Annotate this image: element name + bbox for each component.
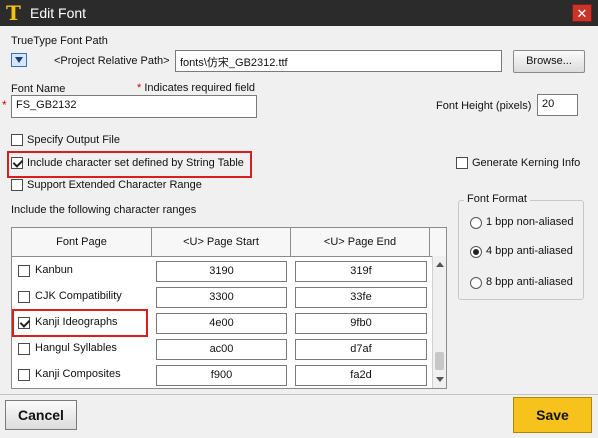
scroll-down-arrow-icon[interactable] [436,377,444,382]
character-ranges-table: Font Page <U> Page Start <U> Page End Ka… [11,227,447,389]
window-title: Edit Font [30,5,87,21]
font-height-input[interactable]: 20 [537,94,578,116]
scroll-up-arrow-icon[interactable] [436,262,444,267]
page-start-input[interactable]: 3300 [156,287,287,308]
app-logo-icon: T [6,1,21,25]
page-end-input[interactable]: fa2d [295,365,427,386]
font-page-cell: Hangul Syllables [15,339,151,359]
font-page-cell: Kanji Composites [15,365,151,385]
extended-range-label: Support Extended Character Range [27,179,202,191]
page-end-input[interactable]: 33fe [295,287,427,308]
required-note-text: Indicates required field [144,82,256,94]
path-mode-dropdown[interactable] [11,53,27,67]
page-end-input[interactable]: 9fb0 [295,313,427,334]
scrollbar-thumb[interactable] [435,352,444,370]
font-page-cell: Kanbun [15,261,151,281]
title-bar: T Edit Font ✕ [0,0,598,26]
column-header-page-end[interactable]: <U> Page End [291,228,430,256]
page-start-input[interactable]: 3190 [156,261,287,282]
table-scrollbar[interactable] [432,256,446,388]
font-page-name: Hangul Syllables [35,342,117,354]
required-star: * [137,82,142,94]
save-button[interactable]: Save [513,397,592,433]
font-name-input[interactable]: FS_GB2132 [11,95,257,118]
font-height-label: Font Height (pixels) [436,100,532,112]
column-header-font-page[interactable]: Font Page [12,228,152,256]
relative-path-label: <Project Relative Path> [54,55,170,67]
font-path-input[interactable]: fonts\仿宋_GB2312.ttf [175,50,502,72]
table-row: CJK Compatibility 3300 33fe [12,284,432,310]
truetype-path-label: TrueType Font Path [11,35,108,47]
column-header-page-start[interactable]: <U> Page Start [152,228,291,256]
kerning-checkbox[interactable] [456,157,468,169]
cancel-button[interactable]: Cancel [5,400,77,430]
page-start-input[interactable]: ac00 [156,339,287,360]
row-highlight-box [12,309,148,337]
page-end-input[interactable]: d7af [295,339,427,360]
required-note: * Indicates required field [137,82,255,94]
kerning-label: Generate Kerning Info [472,157,581,169]
font-name-label: Font Name [11,83,66,95]
format-label-4bpp: 4 bpp anti-aliased [486,245,573,257]
font-page-cell: CJK Compatibility [15,287,151,307]
close-button[interactable]: ✕ [572,4,592,22]
font-page-name: Kanbun [35,264,73,276]
table-row: Kanji Composites f900 fa2d [12,362,432,388]
row-checkbox[interactable] [18,291,30,303]
page-start-input[interactable]: 4e00 [156,313,287,334]
format-radio-4bpp[interactable] [470,246,482,258]
chevron-down-icon [15,57,23,63]
row-checkbox[interactable] [18,369,30,381]
row-checkbox[interactable] [18,265,30,277]
extended-range-checkbox[interactable] [11,179,23,191]
footer-divider [0,394,598,395]
specify-output-checkbox[interactable] [11,134,23,146]
format-label-1bpp: 1 bpp non-aliased [486,216,574,228]
format-radio-8bpp[interactable] [470,277,482,289]
specify-output-label: Specify Output File [27,134,120,146]
ranges-heading: Include the following character ranges [11,204,197,216]
format-label-8bpp: 8 bpp anti-aliased [486,276,573,288]
font-format-title: Font Format [464,193,530,205]
font-page-name: Kanji Composites [35,368,121,380]
table-header: Font Page <U> Page Start <U> Page End [12,228,446,257]
font-page-name: CJK Compatibility [35,290,122,302]
row-checkbox[interactable] [18,343,30,355]
format-radio-1bpp[interactable] [470,217,482,229]
table-row: Hangul Syllables ac00 d7af [12,336,432,362]
include-string-table-checkbox[interactable] [11,157,23,169]
browse-button[interactable]: Browse... [513,50,585,73]
font-name-required-star: * [2,98,7,112]
table-row: Kanbun 3190 319f [12,258,432,284]
page-start-input[interactable]: f900 [156,365,287,386]
include-string-table-label: Include character set defined by String … [27,157,244,169]
page-end-input[interactable]: 319f [295,261,427,282]
